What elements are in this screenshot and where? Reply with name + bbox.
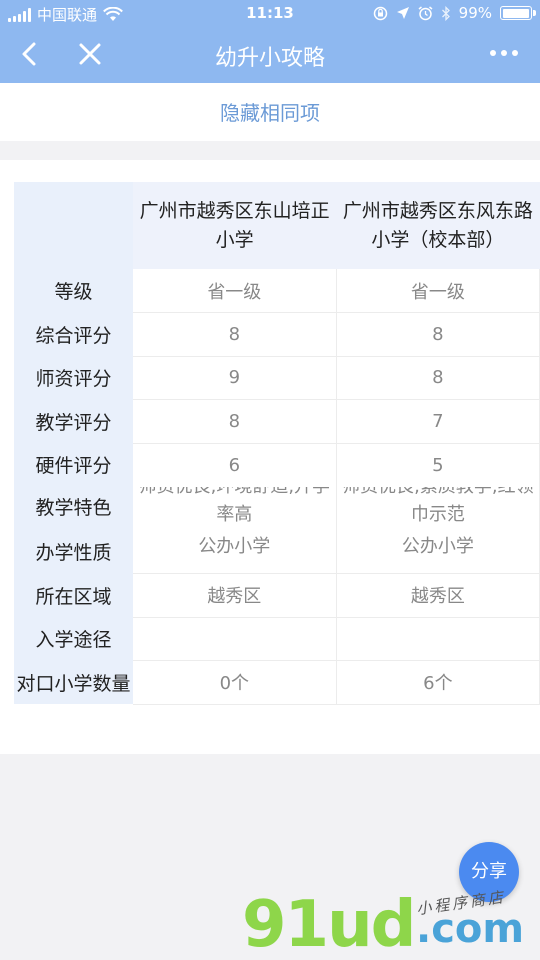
table-cell: 师资优良,素质教学,红领 巾示范	[336, 486, 540, 530]
table-row: 等级 省一级 省一级	[14, 269, 540, 313]
table-cell: 省一级	[132, 269, 337, 313]
table-row: 师资评分 9 8	[14, 356, 540, 400]
battery-percent: 99%	[458, 4, 492, 22]
table-cell: 师资优良,环境舒适,升学 率高	[132, 486, 337, 530]
table-cell: 7	[336, 399, 540, 444]
table-cell: 公办小学	[336, 530, 540, 574]
hide-same-button[interactable]: 隐藏相同项	[220, 97, 320, 126]
row-label: 硬件评分	[14, 443, 133, 487]
table-row: 硬件评分 6 5	[14, 443, 540, 487]
alarm-icon	[418, 5, 433, 20]
watermark-suffix: .com	[416, 906, 525, 952]
school-name-1-line1: 广州市越秀区东山培正	[139, 199, 330, 222]
watermark-logo: 91ud 小程序商店 .com	[240, 888, 540, 960]
table-cell: 越秀区	[132, 573, 337, 618]
table-row: 对口小学数量 0个 6个	[14, 660, 540, 705]
location-arrow-icon	[396, 7, 409, 19]
watermark-main: 91ud	[242, 888, 416, 960]
page-title: 幼升小攻略	[214, 46, 325, 71]
table-row: 综合评分 8 8	[14, 312, 540, 357]
table-cell	[132, 617, 337, 661]
table-cell: 5	[336, 443, 540, 487]
more-dots-icon[interactable]	[486, 42, 522, 64]
school-name-2[interactable]: 广州市越秀区东风东路 小学（校本部）	[336, 182, 540, 269]
row-label: 教学特色	[14, 486, 133, 530]
feature-line1: 师资优良,环境舒适,升学	[133, 487, 335, 501]
comparison-table: 广州市越秀区东山培正 小学 广州市越秀区东风东路 小学（校本部） 等级 省一级 …	[14, 182, 540, 705]
school-name-2-line1: 广州市越秀区东风东路	[342, 199, 533, 222]
table-cell: 越秀区	[336, 573, 540, 618]
table-row: 办学性质 公办小学 公办小学	[14, 530, 540, 574]
bluetooth-icon	[441, 5, 450, 21]
table-cell: 省一级	[336, 269, 540, 313]
row-label: 教学评分	[14, 399, 133, 443]
table-row: 教学评分 8 7	[14, 399, 540, 444]
row-label: 入学途径	[14, 617, 133, 661]
table-cell: 9	[132, 356, 337, 400]
row-label: 对口小学数量	[14, 660, 133, 704]
row-label: 师资评分	[14, 356, 133, 400]
battery-fill	[502, 8, 530, 18]
nav-bar: 幼升小攻略	[0, 28, 540, 83]
table-cell: 8	[132, 312, 337, 357]
table-header-row: 广州市越秀区东山培正 小学 广州市越秀区东风东路 小学（校本部）	[14, 182, 540, 269]
table-cell: 8	[132, 399, 337, 444]
school-name-1-line2: 小学	[215, 228, 254, 251]
table-row: 教学特色 师资优良,环境舒适,升学 率高 师资优良,素质教学,红领 巾示范	[14, 486, 540, 530]
status-bar: 中国联通 11:13 99%	[0, 0, 540, 28]
table-cell	[336, 617, 540, 661]
comparison-card: 广州市越秀区东山培正 小学 广州市越秀区东风东路 小学（校本部） 等级 省一级 …	[0, 160, 540, 754]
table-row: 所在区域 越秀区 越秀区	[14, 573, 540, 618]
table-cell: 8	[336, 312, 540, 357]
feature-line1: 师资优良,素质教学,红领	[337, 487, 539, 501]
table-row: 入学途径	[14, 617, 540, 661]
battery-icon	[500, 6, 536, 20]
row-label: 办学性质	[14, 530, 133, 574]
table-cell: 公办小学	[132, 530, 337, 574]
table-cell: 6个	[336, 660, 540, 705]
table-cell: 0个	[132, 660, 337, 705]
rotation-lock-icon	[373, 6, 387, 20]
school-name-2-line2: 小学（校本部）	[371, 228, 505, 251]
hide-same-bar: 隐藏相同项	[0, 83, 540, 141]
table-cell: 8	[336, 356, 540, 400]
row-label: 等级	[14, 269, 133, 313]
feature-line2: 率高	[216, 503, 253, 525]
school-name-1[interactable]: 广州市越秀区东山培正 小学	[132, 182, 337, 269]
row-label: 所在区域	[14, 573, 133, 617]
table-cell: 6	[132, 443, 337, 487]
row-label: 综合评分	[14, 312, 133, 356]
header-corner	[14, 182, 133, 269]
feature-line2: 巾示范	[410, 503, 465, 525]
